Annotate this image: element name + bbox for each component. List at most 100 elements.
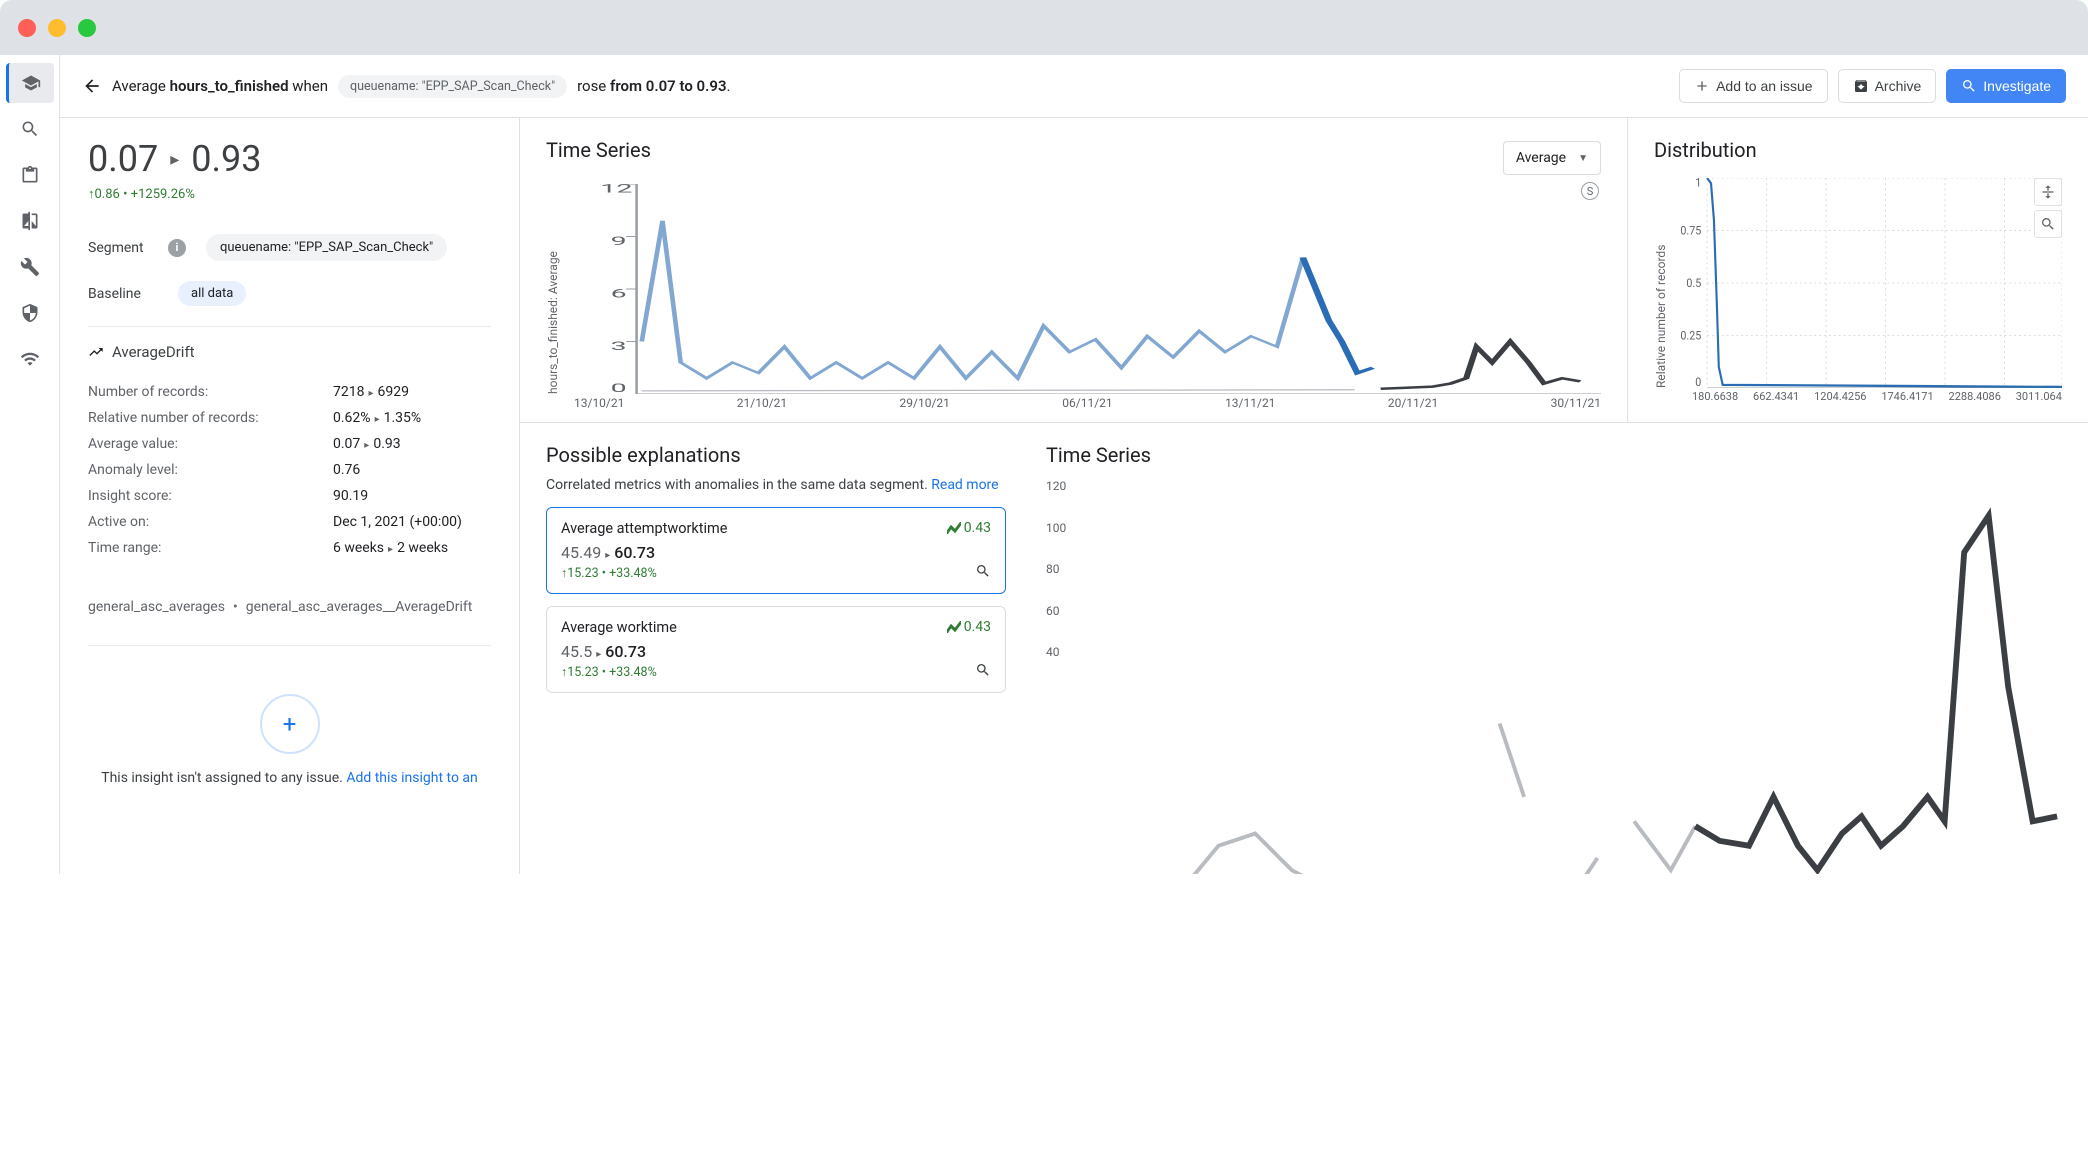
clipboard-icon	[20, 165, 40, 185]
window-minimize-icon[interactable]	[48, 19, 66, 37]
summary-panel: 0.07 ▸ 0.93 ↑0.86 • +1259.26% Segment i …	[60, 118, 520, 874]
y-axis-label: hours_to_finished: Average	[546, 184, 560, 394]
explanations-list: Possible explanations Correlated metrics…	[546, 443, 1006, 705]
wifi-icon	[20, 349, 40, 369]
explanation-delta: ↑15.23 • +33.48%	[561, 665, 991, 680]
svg-text:12: 12	[600, 184, 632, 196]
segment-chip: queuename: "EPP_SAP_Scan_Check"	[206, 234, 447, 261]
explanation-values: 45.49▸60.73	[561, 543, 991, 562]
aggregation-select[interactable]: Average ▼	[1503, 141, 1601, 175]
explanation-score: 0.43	[947, 520, 991, 536]
source-line: general_asc_averages•general_asc_average…	[88, 599, 491, 615]
add-insight-link[interactable]: Add this insight to an	[346, 770, 477, 786]
explanation-values: 45.5▸60.73	[561, 642, 991, 661]
svg-text:6: 6	[611, 287, 627, 300]
trending-up-icon	[88, 344, 104, 360]
stat-row: Average value:0.07▸0.93	[88, 431, 491, 457]
search-icon	[1961, 78, 1977, 94]
explanation-card[interactable]: Average worktime 0.43 45.5▸60.73 ↑15.23 …	[546, 606, 1006, 693]
info-icon[interactable]: i	[168, 239, 186, 257]
back-button[interactable]	[82, 76, 102, 96]
summary-to: 0.93	[191, 138, 261, 180]
archive-button[interactable]: Archive	[1838, 69, 1937, 103]
sidebar-item-security[interactable]	[6, 293, 54, 333]
add-to-issue-button[interactable]: Add to an issue	[1679, 69, 1828, 103]
summary-metric: 0.07 ▸ 0.93	[88, 138, 491, 180]
insight-title: Average hours_to_finished when	[112, 77, 328, 95]
drift-name: AverageDrift	[112, 343, 195, 361]
distribution-svg: 10.750.50.250	[1672, 178, 2062, 388]
topbar-actions: Add to an issue Archive Investigate	[1679, 69, 2066, 103]
mini-timeseries-svg	[1084, 479, 2062, 874]
svg-text:3: 3	[611, 340, 627, 353]
window-maximize-icon[interactable]	[78, 19, 96, 37]
explanation-card[interactable]: Average attemptworktime 0.43 45.49▸60.73…	[546, 507, 1006, 594]
sidebar-item-clipboard[interactable]	[6, 155, 54, 195]
content: Average hours_to_finished when queuename…	[60, 55, 2088, 874]
stat-row: Insight score:90.19	[88, 483, 491, 509]
distribution-x-labels: 180.6638 662.4341 1204.4256 1746.4171 22…	[1654, 388, 2062, 403]
sidebar-item-wifi[interactable]	[6, 339, 54, 379]
wrench-icon	[20, 257, 40, 277]
explanation-title: Average attemptworktime	[561, 520, 991, 537]
fit-height-icon	[2040, 184, 2056, 200]
timeseries-svg: 12 9 6 3 0	[564, 184, 1601, 394]
stat-row: Time range:6 weeks▸2 weeks	[88, 535, 491, 561]
divider	[88, 645, 491, 646]
read-more-link[interactable]: Read more	[931, 477, 998, 493]
summary-delta: ↑0.86 • +1259.26%	[88, 186, 491, 202]
svg-text:0: 0	[611, 382, 627, 394]
segment-row: Segment i queuename: "EPP_SAP_Scan_Check…	[88, 234, 491, 261]
svg-text:0.25: 0.25	[1680, 329, 1701, 342]
sidebar-item-search[interactable]	[6, 109, 54, 149]
explanation-zoom-button[interactable]	[975, 563, 991, 583]
main-columns: 0.07 ▸ 0.93 ↑0.86 • +1259.26% Segment i …	[60, 118, 2088, 874]
stats-list: Number of records:7218▸6929 Relative num…	[88, 379, 491, 561]
sidebar-item-compare[interactable]	[6, 201, 54, 241]
zoom-button[interactable]	[2034, 210, 2062, 238]
sidebar-item-insights[interactable]	[6, 63, 54, 103]
app-root: Average hours_to_finished when queuename…	[0, 55, 2088, 874]
svg-text:9: 9	[611, 235, 627, 248]
stat-row: Number of records:7218▸6929	[88, 379, 491, 405]
explanation-timeseries-title: Time Series	[1046, 443, 2062, 467]
zoom-icon	[2040, 216, 2056, 232]
explanation-title: Average worktime	[561, 619, 991, 636]
baseline-chip: all data	[178, 281, 246, 306]
add-insight-button[interactable]: +	[260, 694, 320, 754]
distribution-chart: Relative number of records	[1654, 178, 2062, 388]
browser-chrome	[0, 0, 2088, 55]
arrow-back-icon	[82, 76, 102, 96]
investigate-button[interactable]: Investigate	[1946, 69, 2066, 103]
explanation-zoom-button[interactable]	[975, 662, 991, 682]
stat-row: Anomaly level:0.76	[88, 457, 491, 483]
timeseries-chart: hours_to_finished: Average S 12 9 6 3 0	[546, 184, 1601, 394]
distribution-tools	[2034, 178, 2062, 238]
distribution-title: Distribution	[1654, 138, 2062, 162]
explanation-score: 0.43	[947, 619, 991, 635]
arrow-right-icon: ▸	[170, 149, 179, 170]
insight-change-text: rose from 0.07 to 0.93.	[577, 77, 730, 95]
explanation-timeseries-panel: Time Series 120 100 80 60 40	[1046, 443, 2062, 705]
archive-label: Archive	[1875, 78, 1922, 94]
sidebar-item-tools[interactable]	[6, 247, 54, 287]
add-to-issue-section: + This insight isn't assigned to any iss…	[88, 694, 491, 786]
fit-vertical-button[interactable]	[2034, 178, 2062, 206]
window-close-icon[interactable]	[18, 19, 36, 37]
compare-icon	[20, 211, 40, 231]
scale-badge-icon[interactable]: S	[1581, 182, 1599, 200]
mini-y-labels: 120 100 80 60 40	[1046, 479, 1066, 659]
correlation-icon	[947, 621, 961, 633]
distribution-panel: Distribution Relative number of records	[1628, 118, 2088, 422]
stat-row: Relative number of records:0.62%▸1.35%	[88, 405, 491, 431]
right-area: Time Series Average ▼ hours_to_finished:…	[520, 118, 2088, 874]
svg-text:0.75: 0.75	[1680, 224, 1701, 237]
segment-baseline-block: Segment i queuename: "EPP_SAP_Scan_Check…	[88, 234, 491, 306]
timeseries-x-labels: 13/10/21 21/10/21 29/10/21 06/11/21 13/1…	[546, 394, 1601, 410]
assign-text: This insight isn't assigned to any issue…	[101, 770, 478, 786]
topbar: Average hours_to_finished when queuename…	[60, 55, 2088, 118]
explanations-section: Possible explanations Correlated metrics…	[520, 423, 2088, 725]
aggregation-label: Average	[1516, 150, 1566, 166]
sidebar	[0, 55, 60, 874]
segment-label: Segment	[88, 240, 158, 256]
